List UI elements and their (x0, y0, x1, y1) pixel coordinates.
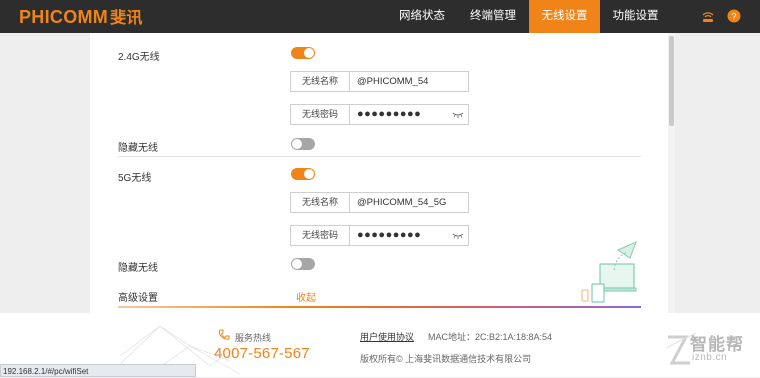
band-5-hide-label: 隐藏无线 (118, 263, 158, 274)
band-5-label: 5G无线 (118, 173, 152, 184)
band-24-hide-toggle[interactable] (291, 138, 315, 150)
nav-function-settings[interactable]: 功能设置 (600, 0, 671, 33)
wifi-router-icon[interactable] (701, 9, 715, 23)
browser-status-url: 192.168.2.1/#/pc/wifiSet (0, 364, 196, 377)
band-24-password-input[interactable]: ●●●●●●●●● (357, 105, 421, 124)
mac-address: MAC地址：2C:B2:1A:18:8A:54 (428, 332, 553, 342)
toggle-knob (304, 48, 314, 58)
phone-icon (218, 329, 230, 340)
collapse-link[interactable]: 收起 (296, 289, 316, 304)
watermark-url: iznb.cn (692, 352, 728, 363)
eye-closed-icon[interactable] (452, 230, 464, 240)
panel-bottom-accent (118, 306, 641, 308)
devices-illustration (581, 241, 637, 303)
eye-closed-icon[interactable] (452, 109, 464, 119)
band-5-ssid-input[interactable]: @PHICOMM_54_5G (357, 193, 446, 212)
band-24-toggle[interactable] (291, 47, 315, 59)
svg-text:?: ? (731, 12, 736, 22)
nav-terminal-management[interactable]: 终端管理 (457, 0, 529, 33)
band-5-ssid-field: 无线名称 @PHICOMM_54_5G (290, 192, 469, 213)
logo-cn: 斐讯 (110, 10, 143, 27)
band-5-toggle[interactable] (291, 168, 315, 180)
band-5-hide-toggle[interactable] (291, 258, 315, 270)
band-5-password-field: 无线密码 ●●●●●●●●● (290, 225, 469, 246)
ssid-label: 无线名称 (291, 72, 350, 91)
band-24-label: 2.4G无线 (118, 52, 160, 63)
band-24-ssid-field: 无线名称 @PHICOMM_54 (290, 71, 469, 92)
toggle-knob (292, 259, 302, 269)
nav-wireless-settings[interactable]: 无线设置 (529, 0, 600, 33)
scrollbar-thumb[interactable] (669, 36, 674, 126)
phicomm-logo: PHICOMM 斐讯 (19, 7, 143, 27)
hotline-label: 服务热线 (235, 333, 272, 343)
band-24-ssid-input[interactable]: @PHICOMM_54 (357, 72, 428, 91)
copyright-text: 版权所有© 上海斐讯数据通信技术有限公司 (360, 354, 532, 364)
help-icon[interactable]: ? (727, 9, 741, 23)
band-24-hide-label: 隐藏无线 (118, 143, 158, 154)
user-agreement-link[interactable]: 用户使用协议 (360, 330, 414, 343)
logo-text: PHICOMM (19, 7, 109, 27)
nav-network-status[interactable]: 网络状态 (387, 0, 457, 33)
band-5-password-input[interactable]: ●●●●●●●●● (357, 226, 421, 245)
band-24-password-field: 无线密码 ●●●●●●●●● (290, 104, 469, 125)
password-label: 无线密码 (291, 226, 350, 245)
section-divider (118, 156, 641, 157)
toggle-knob (304, 169, 314, 179)
password-label: 无线密码 (291, 105, 350, 124)
hotline-number: 4007-567-567 (214, 345, 310, 362)
toggle-knob (292, 139, 302, 149)
advanced-settings-label: 高级设置 (118, 293, 158, 304)
ssid-label: 无线名称 (291, 193, 350, 212)
